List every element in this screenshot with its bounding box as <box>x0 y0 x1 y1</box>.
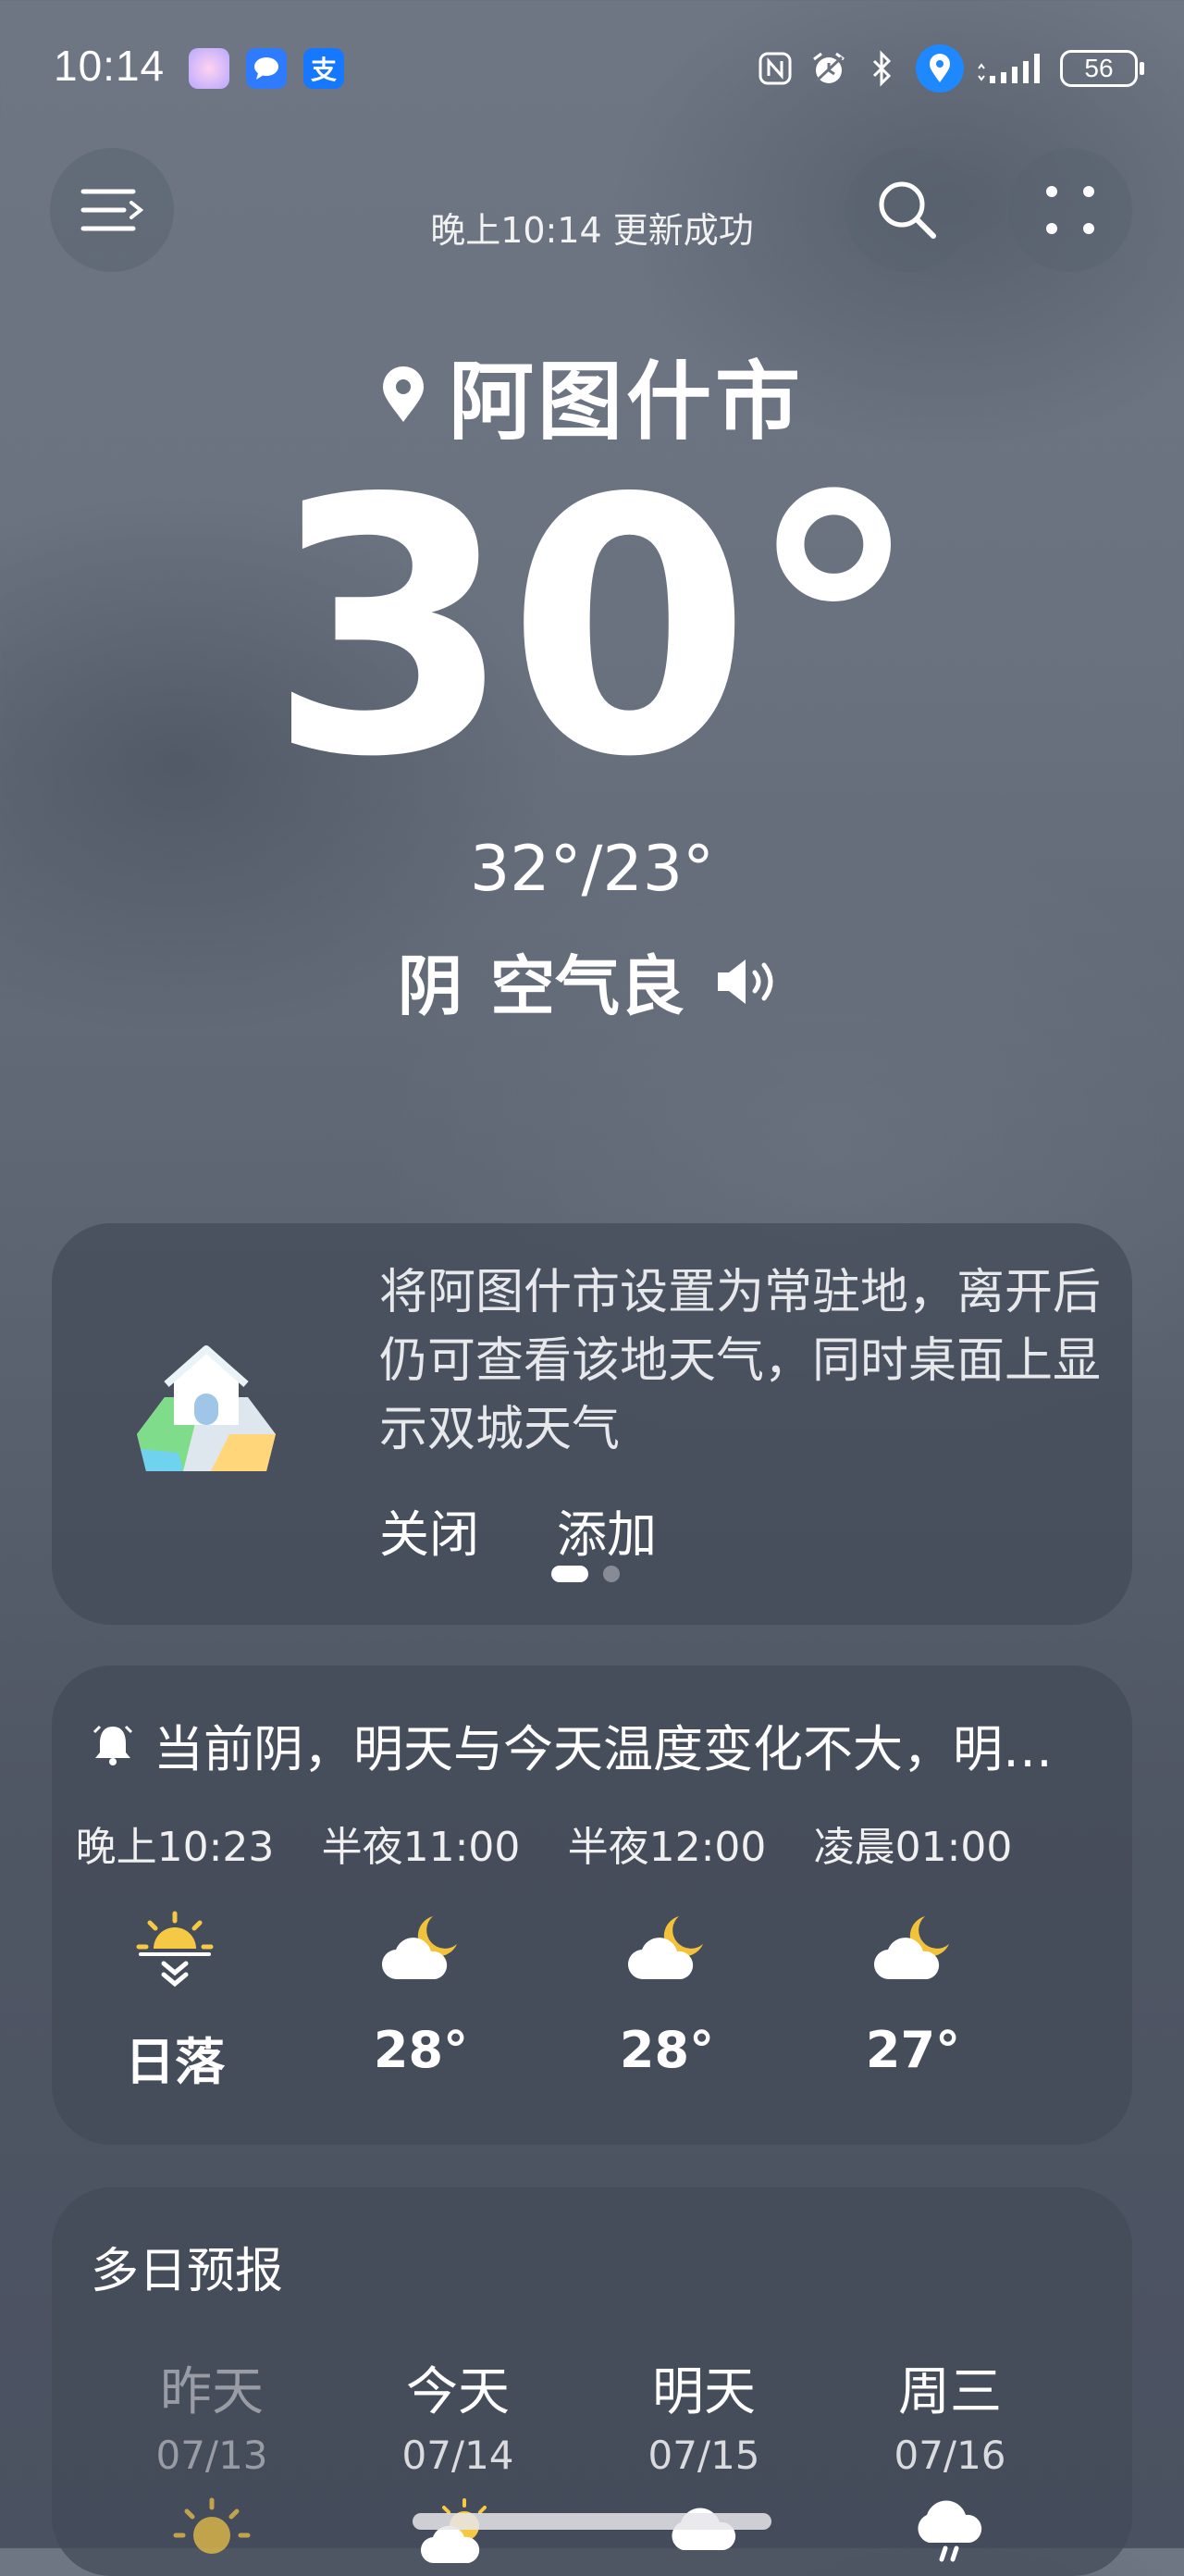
battery-icon: 56 <box>1060 50 1144 87</box>
day-item[interactable]: 今天 07/14 <box>335 2350 581 2569</box>
home-indicator[interactable] <box>413 2513 771 2530</box>
bell-icon <box>92 1725 133 1765</box>
sunny-icon <box>173 2497 251 2554</box>
condition-row: 阴 空气良 <box>0 935 1184 1028</box>
hour-time: 凌 <box>1036 1814 1097 1869</box>
day-date: 07/13 <box>155 2433 268 2478</box>
air-quality[interactable]: 空气良 <box>490 935 684 1028</box>
alert-text: 当前阴，明天与今天温度变化不大，明… <box>154 1720 1053 1778</box>
day-name: 明天 <box>652 2362 756 2422</box>
nfc-icon <box>755 48 796 89</box>
alipay-app-icon: 支 <box>303 48 344 89</box>
partly-cloudy-icon <box>420 2498 487 2564</box>
close-button[interactable]: 关闭 <box>379 1493 479 1567</box>
add-button[interactable]: 添加 <box>557 1493 657 1567</box>
hour-time: 晚上10:23 <box>75 1824 275 1871</box>
search-icon <box>879 181 936 239</box>
current-temperature: 30° <box>267 424 922 834</box>
hour-value: 日落 <box>125 2033 225 2091</box>
bluetooth-icon <box>862 48 903 89</box>
status-bar: 10:14 支 56 <box>0 0 1184 139</box>
cloudy-icon <box>672 2508 736 2550</box>
signal-icon <box>977 48 1047 89</box>
day-item[interactable]: 周三 07/16 <box>827 2350 1073 2569</box>
weather-condition: 阴 <box>398 948 462 1024</box>
more-dots-icon <box>1046 186 1094 234</box>
rain-cloud-icon <box>918 2500 982 2562</box>
promo-message: 将阿图什市设置为常驻地，离开后仍可查看该地天气，同时桌面上显示双城天气 <box>379 1265 1102 1457</box>
weather-alert[interactable]: 当前阴，明天与今天温度变化不大，明… <box>92 1708 1092 1781</box>
page-indicator <box>551 1566 620 1582</box>
page-dot-1 <box>551 1566 588 1582</box>
day-date: 07/16 <box>894 2433 1006 2478</box>
day-name: 周三 <box>898 2362 1002 2422</box>
hour-item: 半夜12:00 28° <box>544 1814 790 2079</box>
hour-value: 28° <box>619 2021 715 2079</box>
day-name: 昨天 <box>160 2362 264 2422</box>
cloudy-night-icon <box>627 1916 703 1980</box>
cloudy-night-icon <box>381 1916 457 1980</box>
day-item[interactable]: 昨天 07/13 <box>89 2350 335 2569</box>
hour-time: 半夜12:00 <box>567 1824 767 1871</box>
sunset-icon <box>136 1911 214 1988</box>
message-app-icon <box>246 48 287 89</box>
more-button[interactable] <box>1008 148 1132 272</box>
daily-forecast-title: 多日预报 <box>91 2244 284 2299</box>
hour-item: 凌 <box>1036 1814 1097 1891</box>
location-pin-icon <box>382 365 424 422</box>
day-date: 07/15 <box>648 2433 760 2478</box>
speaker-icon[interactable] <box>712 954 786 1009</box>
hour-item: 凌晨01:00 27° <box>790 1814 1036 2079</box>
promo-actions: 关闭 添加 <box>379 1493 657 1567</box>
status-time: 10:14 <box>54 42 166 90</box>
alarm-icon <box>808 48 849 89</box>
home-map-icon <box>128 1332 285 1484</box>
hour-time: 凌晨01:00 <box>813 1824 1013 1871</box>
page-dot-2 <box>603 1566 620 1582</box>
status-icons: 56 <box>755 44 1144 93</box>
search-button[interactable] <box>845 148 969 272</box>
day-item[interactable]: 明天 07/15 <box>581 2350 827 2569</box>
hour-value: 27° <box>865 2021 961 2079</box>
hour-item: 晚上10:23 日落 <box>52 1814 298 2094</box>
hour-time: 半夜11:00 <box>321 1824 521 1871</box>
cloudy-night-icon <box>873 1916 949 1980</box>
day-name: 今天 <box>406 2362 510 2422</box>
gallery-app-icon <box>189 48 229 89</box>
high-low-temperature: 32°/23° <box>470 833 714 906</box>
update-status: 晚上10:14 更新成功 <box>430 210 754 251</box>
day-date: 07/14 <box>401 2433 514 2478</box>
hour-value: 28° <box>373 2021 469 2079</box>
hourly-list[interactable]: 晚上10:23 日落 半夜11:00 28° 半夜12:00 28° 凌晨01:… <box>52 1814 1097 2128</box>
location-icon <box>916 44 964 93</box>
hour-item: 半夜11:00 28° <box>298 1814 544 2079</box>
